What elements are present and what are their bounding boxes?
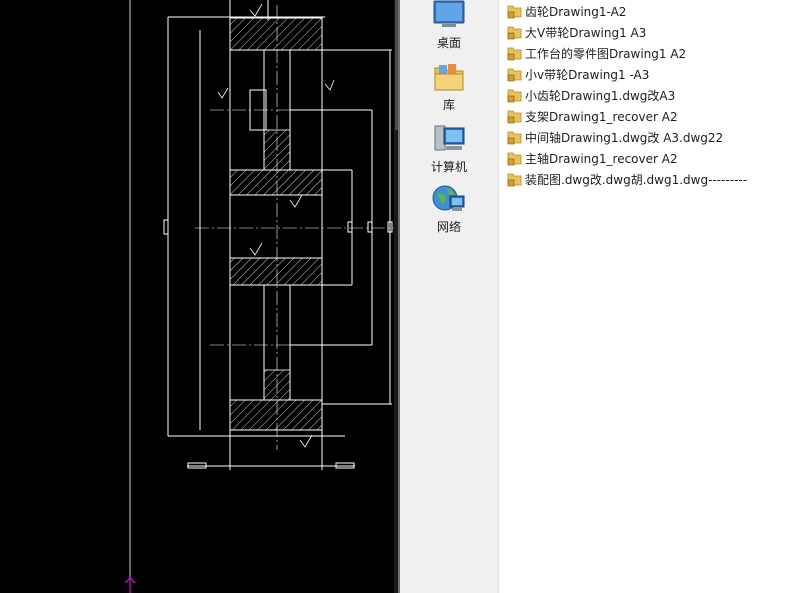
folder-lock-icon [507,129,523,145]
list-item[interactable]: 装配图.dwg改.dwg胡.dwg1.dwg--------- [507,169,747,189]
network-icon [432,184,466,214]
navigation-pane: 桌面 库 计算机 网络 [400,0,499,593]
file-name: 小齿轮Drawing1.dwg改A3 [525,88,676,103]
nav-label-library: 库 [442,98,455,112]
file-name: 支架Drawing1_recover A2 [525,109,678,124]
desktop-icon [432,0,466,30]
file-list: 齿轮Drawing1-A2 大V带轮Drawing1 A3 工作台的零件图Dra… [499,0,800,593]
file-name: 大V带轮Drawing1 A3 [525,25,647,40]
gear-section-drawing [124,0,394,593]
cad-drawing-canvas[interactable] [0,0,394,593]
folder-lock-icon [507,24,523,40]
list-item[interactable]: 齿轮Drawing1-A2 [507,1,626,21]
file-name: 工作台的零件图Drawing1 A2 [525,46,687,61]
library-icon [432,62,466,92]
list-item[interactable]: 大V带轮Drawing1 A3 [507,22,646,42]
folder-lock-icon [507,66,523,82]
file-name: 小v带轮Drawing1 -A3 [525,67,650,82]
list-item[interactable]: 主轴Drawing1_recover A2 [507,148,678,168]
folder-lock-icon [507,3,523,19]
list-item[interactable]: 中间轴Drawing1.dwg改 A3.dwg22 [507,127,723,147]
file-name: 装配图.dwg改.dwg胡.dwg1.dwg--------- [525,172,748,187]
nav-label-desktop: 桌面 [436,36,461,50]
folder-lock-icon [507,150,523,166]
folder-lock-icon [507,87,523,103]
nav-label-computer: 计算机 [430,160,467,174]
file-name: 主轴Drawing1_recover A2 [525,151,678,166]
list-item[interactable]: 支架Drawing1_recover A2 [507,106,678,126]
list-item[interactable]: 工作台的零件图Drawing1 A2 [507,43,686,63]
nav-item-desktop[interactable]: 桌面 [400,0,498,51]
nav-label-network: 网络 [436,220,461,234]
nav-item-network[interactable]: 网络 [400,184,498,235]
folder-lock-icon [507,171,523,187]
file-name: 中间轴Drawing1.dwg改 A3.dwg22 [525,130,724,145]
list-item[interactable]: 小齿轮Drawing1.dwg改A3 [507,85,675,105]
file-name: 齿轮Drawing1-A2 [525,4,627,19]
nav-item-library[interactable]: 库 [400,62,498,113]
folder-lock-icon [507,45,523,61]
folder-lock-icon [507,108,523,124]
nav-item-computer[interactable]: 计算机 [400,124,498,175]
computer-icon [432,124,466,154]
list-item[interactable]: 小v带轮Drawing1 -A3 [507,64,649,84]
